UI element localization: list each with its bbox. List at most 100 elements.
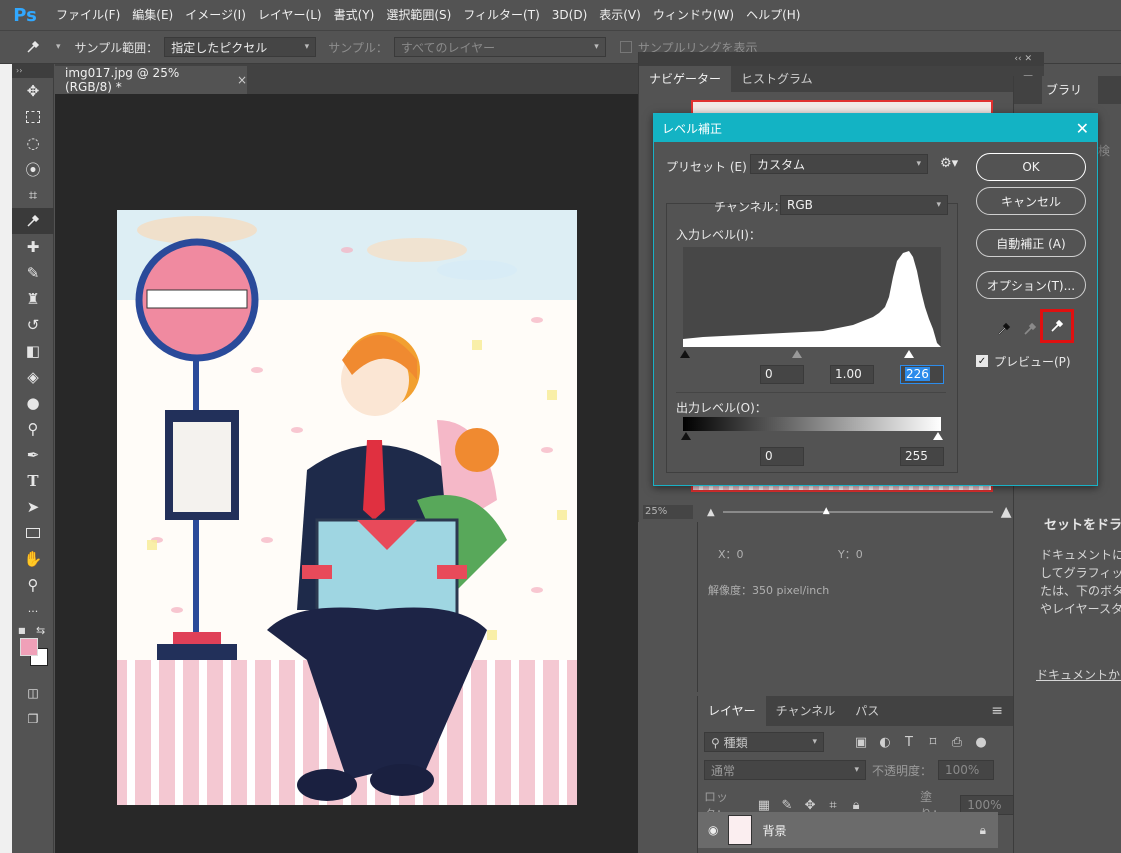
- input-black-field[interactable]: 0: [760, 365, 804, 384]
- input-white-field[interactable]: 226: [900, 365, 944, 384]
- lock-artboard-icon[interactable]: ⌗: [825, 798, 842, 813]
- lock-transparent-icon[interactable]: ▦: [755, 798, 772, 813]
- library-link[interactable]: ドキュメントから: [1036, 666, 1121, 683]
- preset-gear-icon[interactable]: ⚙▾: [940, 156, 958, 171]
- close-icon[interactable]: ×: [237, 73, 247, 87]
- input-gamma-slider-thumb[interactable]: [792, 350, 802, 358]
- tab-layers[interactable]: レイヤー: [698, 696, 766, 726]
- output-white-slider-thumb[interactable]: [933, 432, 943, 440]
- adjustment-filter-icon[interactable]: ◐: [876, 735, 894, 750]
- lock-all-icon[interactable]: 🔒︎: [848, 798, 865, 813]
- crop-tool-icon[interactable]: ⌗: [12, 182, 54, 208]
- zoom-tool-icon[interactable]: ⚲: [12, 572, 54, 598]
- stamp-tool-icon[interactable]: ♜: [12, 286, 54, 312]
- sample-select[interactable]: すべてのレイヤー ▾: [393, 37, 606, 57]
- tool-preset-chevron-icon[interactable]: ▾: [56, 42, 61, 52]
- dodge-tool-icon[interactable]: ⚲: [12, 416, 54, 442]
- input-white-slider-thumb[interactable]: [904, 350, 914, 358]
- blur-tool-icon[interactable]: ●: [12, 390, 54, 416]
- tab-channels[interactable]: チャンネル: [766, 696, 846, 726]
- sample-size-select[interactable]: 指定したピクセル ▾: [164, 37, 317, 57]
- tab-histogram[interactable]: ヒストグラム: [731, 66, 823, 92]
- swap-colors-icon[interactable]: ⇆: [36, 624, 45, 637]
- input-gamma-field[interactable]: 1.00: [830, 365, 874, 384]
- input-black-slider-thumb[interactable]: [680, 350, 690, 358]
- menu-image[interactable]: イメージ(I): [179, 0, 252, 30]
- zoom-value[interactable]: 25%: [643, 505, 693, 519]
- blend-mode-select[interactable]: 通常 ▾: [704, 760, 866, 780]
- menu-filter[interactable]: フィルター(T): [457, 0, 545, 30]
- toolbar-collapse-handle[interactable]: ››: [12, 64, 53, 78]
- brush-tool-icon[interactable]: ✎: [12, 260, 54, 286]
- paint-bucket-tool-icon[interactable]: ◈: [12, 364, 54, 390]
- screen-mode-icon[interactable]: ❐: [12, 706, 54, 732]
- show-ring-checkbox[interactable]: [619, 41, 632, 53]
- black-point-eyedropper-icon[interactable]: [992, 317, 1016, 341]
- document-tab[interactable]: img017.jpg @ 25% (RGB/8) * ×: [55, 66, 247, 94]
- eraser-tool-icon[interactable]: ◧: [12, 338, 54, 364]
- opacity-field[interactable]: 100%: [938, 760, 995, 780]
- white-point-eyedropper-icon[interactable]: [1040, 309, 1074, 343]
- tab-paths[interactable]: パス: [845, 696, 889, 726]
- input-levels-slider[interactable]: [680, 350, 941, 360]
- history-brush-tool-icon[interactable]: ↺: [12, 312, 54, 338]
- lock-image-icon[interactable]: ✎: [778, 798, 795, 813]
- gray-point-eyedropper-icon[interactable]: [1018, 317, 1042, 341]
- auto-button[interactable]: 自動補正 (A): [976, 229, 1086, 257]
- layer-filter-select[interactable]: ⚲ 種類 ▾: [704, 732, 824, 752]
- default-colors-icon[interactable]: ■: [18, 626, 26, 635]
- zoom-slider-thumb[interactable]: ▲: [823, 506, 830, 516]
- lasso-tool-icon[interactable]: ◌: [12, 130, 54, 156]
- layer-row[interactable]: ◉ 背景 🔒︎: [698, 812, 998, 848]
- tab-navigator[interactable]: ナビゲーター: [639, 66, 732, 92]
- more-tools-icon[interactable]: ···: [12, 598, 54, 624]
- marquee-tool-icon[interactable]: [12, 104, 54, 130]
- hand-tool-icon[interactable]: ✋: [12, 546, 54, 572]
- foreground-color-swatch[interactable]: [20, 638, 38, 656]
- output-black-slider-thumb[interactable]: [681, 432, 691, 440]
- options-button[interactable]: オプション(T)...: [976, 271, 1086, 299]
- shape-tool-icon[interactable]: [12, 520, 54, 546]
- zoom-in-icon[interactable]: ▲: [1001, 504, 1012, 520]
- eyedropper-icon[interactable]: [22, 34, 44, 60]
- preview-checkbox[interactable]: ✓: [976, 355, 988, 367]
- close-icon[interactable]: ✕: [1076, 119, 1089, 138]
- menu-view[interactable]: 表示(V): [593, 0, 647, 30]
- visibility-eye-icon[interactable]: ◉: [708, 823, 718, 837]
- pen-tool-icon[interactable]: ✒: [12, 442, 54, 468]
- preset-select[interactable]: カスタム ▾: [750, 154, 928, 174]
- move-tool-icon[interactable]: ✥: [12, 78, 54, 104]
- output-white-field[interactable]: 255: [900, 447, 944, 466]
- zoom-out-icon[interactable]: ▲: [707, 507, 715, 518]
- document-canvas-image[interactable]: [117, 210, 577, 805]
- cancel-button[interactable]: キャンセル: [976, 187, 1086, 215]
- channel-select[interactable]: RGB ▾: [780, 195, 948, 215]
- tab-libraries[interactable]: ブラリ: [1042, 76, 1098, 104]
- path-select-tool-icon[interactable]: ➤: [12, 494, 54, 520]
- menu-edit[interactable]: 編集(E): [126, 0, 179, 30]
- menu-type[interactable]: 書式(Y): [328, 0, 381, 30]
- collapse-icon[interactable]: ‹‹ ✕: [1014, 52, 1032, 66]
- menu-file[interactable]: ファイル(F): [50, 0, 126, 30]
- quick-select-tool-icon[interactable]: ⦿: [12, 156, 54, 182]
- smart-object-filter-icon[interactable]: ⎙: [948, 735, 966, 750]
- ok-button[interactable]: OK: [976, 153, 1086, 181]
- menu-select[interactable]: 選択範囲(S): [380, 0, 457, 30]
- menu-layer[interactable]: レイヤー(L): [252, 0, 328, 30]
- type-filter-icon[interactable]: T: [900, 735, 918, 750]
- quick-mask-icon[interactable]: ◫: [12, 680, 54, 706]
- healing-brush-tool-icon[interactable]: ✚: [12, 234, 54, 260]
- shape-filter-icon[interactable]: ⌑: [924, 735, 942, 750]
- menu-help[interactable]: ヘルプ(H): [740, 0, 806, 30]
- zoom-slider[interactable]: ▲: [722, 506, 993, 516]
- panel-collapse-bar[interactable]: ‹‹ ✕: [639, 52, 1044, 66]
- menu-window[interactable]: ウィンドウ(W): [647, 0, 740, 30]
- type-tool-icon[interactable]: T: [12, 468, 54, 494]
- panel-menu-icon[interactable]: ≡: [981, 696, 1013, 722]
- filter-toggle-icon[interactable]: ●: [972, 735, 990, 750]
- eyedropper-tool-icon[interactable]: [12, 208, 54, 234]
- pixel-filter-icon[interactable]: ▣: [852, 735, 870, 750]
- lock-position-icon[interactable]: ✥: [802, 798, 819, 813]
- output-black-field[interactable]: 0: [760, 447, 804, 466]
- levels-dialog-titlebar[interactable]: レベル補正 ✕: [654, 114, 1097, 142]
